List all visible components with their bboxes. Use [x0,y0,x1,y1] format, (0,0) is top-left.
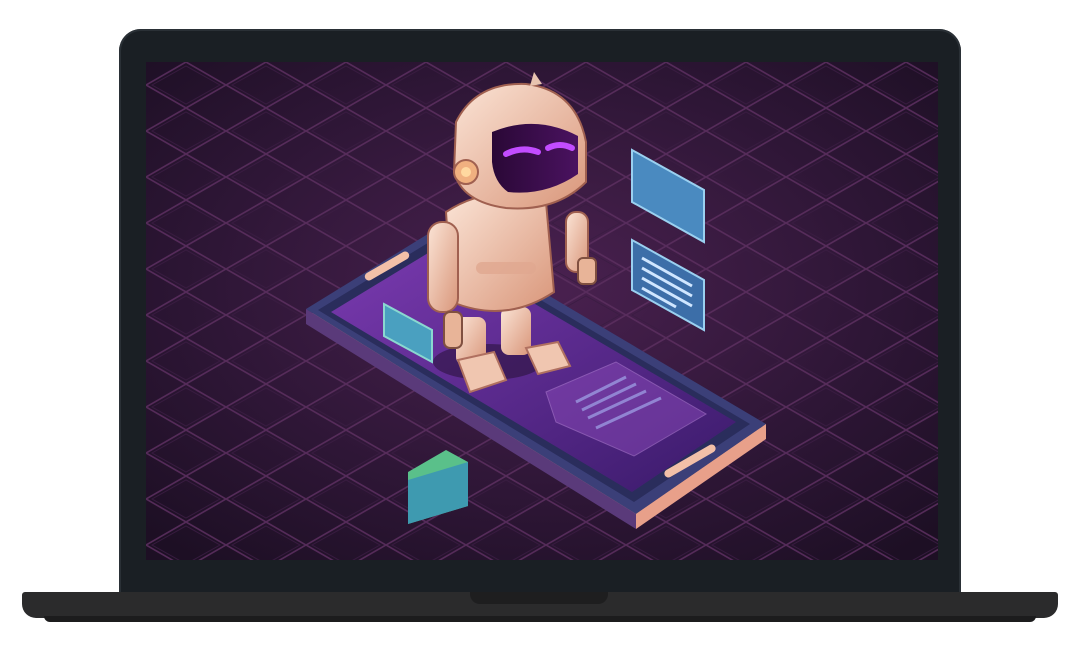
laptop-trackpad-notch [470,592,608,604]
laptop-base-shadow [44,616,1036,622]
laptop-screen [146,62,938,560]
robot-illustration [146,62,938,560]
